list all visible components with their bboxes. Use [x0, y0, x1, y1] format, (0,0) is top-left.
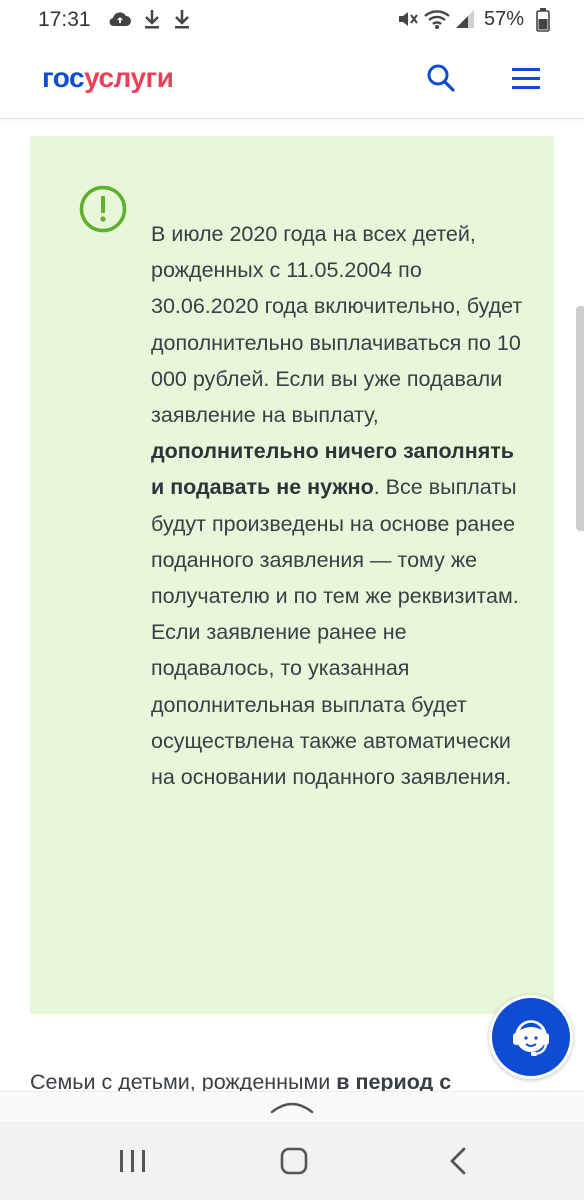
families-paragraph: Семьи с детьми, рожденными в период с	[30, 1064, 550, 1091]
chevron-up-icon[interactable]	[270, 1098, 314, 1119]
app-header: госуслуги	[0, 40, 584, 119]
recents-icon[interactable]	[116, 1146, 150, 1176]
notice-box: В июле 2020 года на всех детей, рожденны…	[30, 136, 554, 1014]
signal-icon	[454, 8, 476, 35]
notice-text: В июле 2020 года на всех детей, рожденны…	[151, 216, 531, 795]
families-text: Семьи с детьми, рожденными	[30, 1070, 337, 1091]
scroll-hint-bar[interactable]	[0, 1091, 584, 1122]
status-time: 17:31	[38, 8, 91, 31]
battery-percent: 57%	[484, 8, 525, 30]
download-icon	[172, 8, 192, 35]
mute-icon	[396, 8, 418, 35]
back-icon[interactable]	[442, 1146, 476, 1176]
page-content[interactable]: В июле 2020 года на всех детей, рожденны…	[0, 119, 584, 1091]
download-icon	[142, 8, 162, 35]
families-text-bold: в период с	[336, 1070, 452, 1091]
logo-part-2: услуги	[84, 62, 174, 93]
system-nav-bar	[0, 1121, 584, 1200]
support-agent-icon	[513, 1020, 549, 1056]
hamburger-menu-icon[interactable]	[510, 62, 542, 94]
wifi-icon	[424, 8, 450, 35]
home-icon[interactable]	[278, 1146, 312, 1176]
battery-icon	[536, 8, 550, 37]
search-icon[interactable]	[425, 62, 457, 94]
notice-text-end: . Все выплаты будут произведены на основ…	[151, 475, 519, 790]
scrollbar[interactable]	[576, 306, 584, 531]
status-bar: 17:31 57%	[0, 0, 584, 40]
notice-text-start: В июле 2020 года на всех детей, рожденны…	[151, 222, 523, 428]
gosuslugi-logo[interactable]: госуслуги	[42, 62, 174, 94]
exclamation-circle-icon	[78, 184, 128, 234]
cloud-upload-icon	[108, 8, 132, 35]
support-chat-button[interactable]	[489, 995, 573, 1079]
logo-part-1: гос	[42, 62, 85, 93]
